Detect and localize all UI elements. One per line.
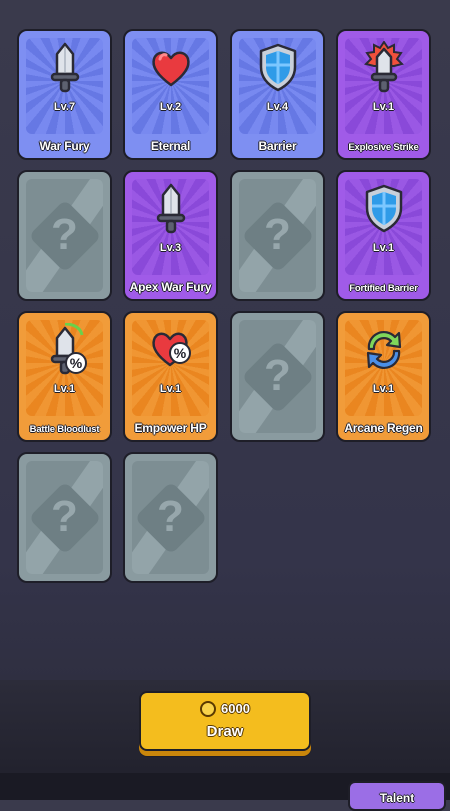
regen-arrows-icon	[359, 323, 409, 377]
heart-percent-icon: %	[146, 323, 196, 377]
card-art: ?	[26, 461, 103, 574]
card-level: Lv.1	[372, 242, 395, 254]
skill-card[interactable]: % Lv.1 Battle Bloodlust	[17, 311, 112, 442]
tab-talent[interactable]: Talent	[348, 781, 446, 811]
sword-icon	[40, 41, 90, 95]
draw-label: Draw	[206, 723, 244, 740]
sword-icon	[146, 182, 196, 236]
sword-percent-icon: %	[40, 322, 90, 377]
card-level: Lv.4	[266, 101, 289, 113]
question-mark-icon: ?	[264, 209, 291, 259]
skill-card[interactable]: Lv.4 Barrier	[230, 29, 325, 160]
skill-card[interactable]: Lv.3 Apex War Fury	[123, 170, 218, 301]
card-name: War Fury	[39, 139, 90, 153]
card-name: Explosive Strike	[348, 142, 419, 153]
card-art: ?	[239, 320, 316, 433]
skill-card[interactable]: % Lv.1 Empower HP	[123, 311, 218, 442]
locked-card[interactable]: ?	[123, 452, 218, 583]
card-name: Fortified Barrier	[349, 283, 418, 294]
skill-card[interactable]: Lv.1 Arcane Regen	[336, 311, 431, 442]
question-mark-icon: ?	[264, 350, 291, 400]
skill-card[interactable]: Lv.2 Eternal	[123, 29, 218, 160]
card-art: ?	[132, 461, 209, 574]
heart-icon	[146, 41, 196, 95]
skill-card[interactable]: Lv.1 Fortified Barrier	[336, 170, 431, 301]
card-art: ?	[239, 179, 316, 292]
draw-button[interactable]: 6000 Draw	[139, 691, 311, 751]
skill-card[interactable]: Lv.1 Explosive Strike	[336, 29, 431, 160]
svg-text:%: %	[69, 355, 82, 371]
question-mark-icon: ?	[157, 491, 184, 541]
card-level: Lv.1	[372, 101, 395, 113]
card-level: Lv.7	[53, 101, 76, 113]
locked-card[interactable]: ?	[17, 452, 112, 583]
flaming-sword-icon	[359, 40, 409, 95]
card-name: Empower HP	[134, 421, 207, 435]
card-name: Eternal	[150, 139, 191, 153]
draw-cost-value: 6000	[221, 701, 250, 716]
locked-card[interactable]: ?	[17, 170, 112, 301]
question-mark-icon: ?	[51, 209, 78, 259]
card-art: ?	[26, 179, 103, 292]
card-name: Apex War Fury	[129, 280, 212, 294]
card-level: Lv.1	[53, 383, 76, 395]
card-name: Arcane Regen	[344, 421, 423, 435]
card-level: Lv.2	[159, 101, 182, 113]
shield-icon	[359, 182, 409, 236]
card-level: Lv.3	[159, 242, 182, 254]
shield-icon	[253, 41, 303, 95]
svg-text:%: %	[173, 345, 186, 361]
card-name: Battle Bloodlust	[29, 424, 100, 435]
draw-cost: 6000	[141, 700, 309, 718]
crown-coin-icon	[200, 700, 217, 717]
question-mark-icon: ?	[51, 491, 78, 541]
locked-card[interactable]: ?	[230, 170, 325, 301]
skill-card[interactable]: Lv.7 War Fury	[17, 29, 112, 160]
locked-card[interactable]: ?	[230, 311, 325, 442]
tab-talent-label: Talent	[379, 791, 415, 805]
card-level: Lv.1	[372, 383, 395, 395]
card-level: Lv.1	[159, 383, 182, 395]
card-name: Barrier	[258, 139, 297, 153]
